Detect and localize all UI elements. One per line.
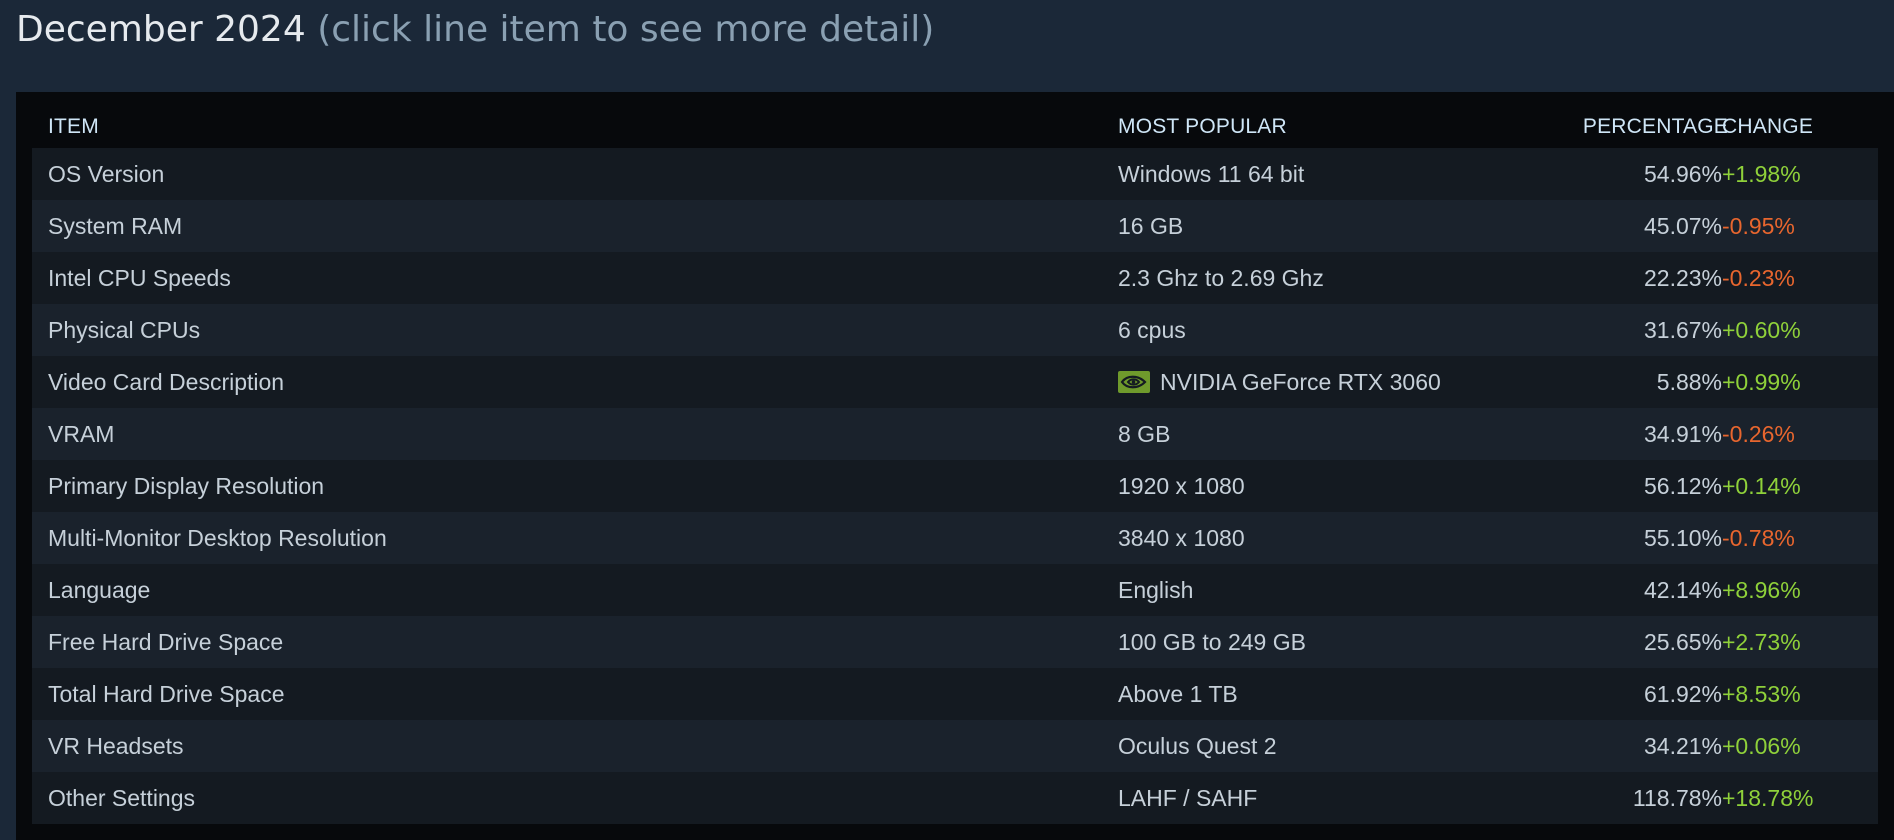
table-row-free-hard-drive-space[interactable]: Free Hard Drive Space 100 GB to 249 GB 2…	[32, 616, 1878, 668]
row-percentage: 55.10%	[1643, 525, 1722, 551]
row-most-popular: Oculus Quest 2	[1118, 733, 1277, 759]
row-item-label: Other Settings	[48, 785, 196, 811]
row-change: +0.14%	[1722, 473, 1801, 499]
row-item-label: System RAM	[48, 213, 183, 239]
row-change: -0.23%	[1722, 265, 1795, 291]
page-title: December 2024 (click line item to see mo…	[16, 6, 934, 54]
row-percentage: 34.91%	[1643, 421, 1722, 447]
row-percentage: 31.67%	[1643, 317, 1722, 343]
row-most-popular: 100 GB to 249 GB	[1118, 629, 1306, 655]
row-most-popular: 3840 x 1080	[1118, 525, 1245, 551]
row-item-label: Total Hard Drive Space	[48, 681, 285, 707]
column-header-most-popular: MOST POPULAR	[1118, 115, 1287, 138]
row-percentage: 5.88%	[1656, 369, 1722, 395]
row-change: +2.73%	[1722, 629, 1801, 655]
row-percentage: 25.65%	[1643, 629, 1722, 655]
row-item-label: Multi-Monitor Desktop Resolution	[48, 525, 387, 551]
row-percentage: 42.14%	[1643, 577, 1722, 603]
row-change: -0.26%	[1722, 421, 1795, 447]
row-change: +0.06%	[1722, 733, 1801, 759]
row-item-label: Physical CPUs	[48, 317, 201, 343]
row-percentage: 56.12%	[1643, 473, 1722, 499]
table-row-total-hard-drive-space[interactable]: Total Hard Drive Space Above 1 TB 61.92%…	[32, 668, 1878, 720]
table-row-multi-monitor-resolution[interactable]: Multi-Monitor Desktop Resolution 3840 x …	[32, 512, 1878, 564]
report-date: December 2024	[16, 9, 306, 50]
row-most-popular: 2.3 Ghz to 2.69 Ghz	[1118, 265, 1324, 291]
row-percentage: 34.21%	[1643, 733, 1722, 759]
row-change: +0.99%	[1722, 369, 1801, 395]
detail-hint: (click line item to see more detail)	[317, 9, 935, 50]
row-percentage: 118.78%	[1632, 785, 1722, 811]
row-most-popular: Windows 11 64 bit	[1118, 161, 1305, 187]
column-header-change: CHANGE	[1722, 115, 1814, 138]
row-item-label: Intel CPU Speeds	[48, 265, 231, 291]
row-change: +0.60%	[1722, 317, 1801, 343]
row-change: -0.78%	[1722, 525, 1795, 551]
row-percentage: 45.07%	[1643, 213, 1722, 239]
table-row-system-ram[interactable]: System RAM 16 GB 45.07% -0.95%	[32, 200, 1878, 252]
row-item-label: VR Headsets	[48, 733, 184, 759]
column-header-item: ITEM	[48, 115, 99, 138]
row-most-popular: 16 GB	[1118, 213, 1184, 239]
row-change: +1.98%	[1722, 161, 1801, 187]
row-percentage: 61.92%	[1643, 681, 1722, 707]
table-row-os-version[interactable]: OS Version Windows 11 64 bit 54.96% +1.9…	[32, 148, 1878, 200]
row-percentage: 54.96%	[1643, 161, 1722, 187]
hardware-stats-table: ITEM MOST POPULAR PERCENTAGE CHANGE OS V…	[32, 106, 1878, 824]
row-item-label: Video Card Description	[48, 369, 285, 395]
row-item-label: VRAM	[48, 421, 115, 447]
row-item-label: Free Hard Drive Space	[48, 629, 284, 655]
row-change: +18.78%	[1722, 785, 1814, 811]
row-change: -0.95%	[1722, 213, 1795, 239]
row-most-popular-with-icon: NVIDIA GeForce RTX 3060	[1118, 356, 1441, 408]
row-most-popular: 6 cpus	[1118, 317, 1186, 343]
table-header-row: ITEM MOST POPULAR PERCENTAGE CHANGE	[32, 106, 1878, 148]
row-item-label: Language	[48, 577, 151, 603]
table-row-physical-cpus[interactable]: Physical CPUs 6 cpus 31.67% +0.60%	[32, 304, 1878, 356]
nvidia-logo-icon	[1118, 371, 1150, 393]
row-most-popular: NVIDIA GeForce RTX 3060	[1160, 369, 1441, 395]
table-row-other-settings[interactable]: Other Settings LAHF / SAHF 118.78% +18.7…	[32, 772, 1878, 824]
row-change: +8.96%	[1722, 577, 1801, 603]
row-change: +8.53%	[1722, 681, 1801, 707]
row-most-popular: LAHF / SAHF	[1118, 785, 1258, 811]
table-row-vr-headsets[interactable]: VR Headsets Oculus Quest 2 34.21% +0.06%	[32, 720, 1878, 772]
table-row-primary-display-resolution[interactable]: Primary Display Resolution 1920 x 1080 5…	[32, 460, 1878, 512]
row-item-label: Primary Display Resolution	[48, 473, 325, 499]
row-most-popular: English	[1118, 577, 1194, 603]
row-most-popular: 1920 x 1080	[1118, 473, 1245, 499]
row-most-popular: Above 1 TB	[1118, 681, 1238, 707]
table-row-language[interactable]: Language English 42.14% +8.96%	[32, 564, 1878, 616]
row-most-popular: 8 GB	[1118, 421, 1171, 447]
column-header-percentage: PERCENTAGE	[1582, 115, 1728, 138]
row-item-label: OS Version	[48, 161, 165, 187]
table-row-vram[interactable]: VRAM 8 GB 34.91% -0.26%	[32, 408, 1878, 460]
table-row-intel-cpu-speeds[interactable]: Intel CPU Speeds 2.3 Ghz to 2.69 Ghz 22.…	[32, 252, 1878, 304]
row-percentage: 22.23%	[1643, 265, 1722, 291]
table-row-video-card-description[interactable]: Video Card Description NVIDIA GeForce RT…	[32, 356, 1878, 408]
